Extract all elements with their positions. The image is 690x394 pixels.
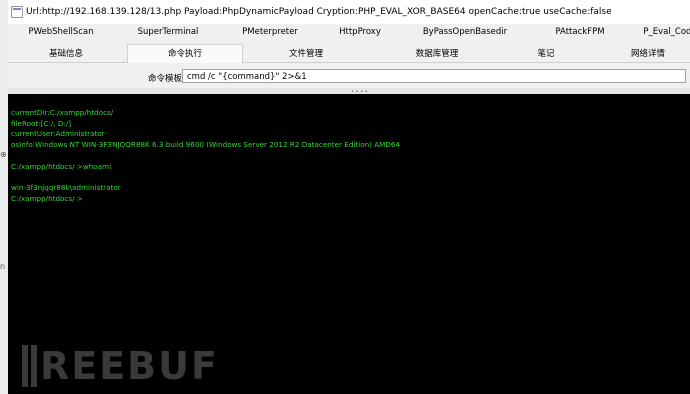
- tab-superterminal[interactable]: SuperTerminal: [138, 27, 199, 37]
- command-template-label: 命令模板: [148, 74, 183, 84]
- tab-notes[interactable]: 笔记: [537, 47, 554, 59]
- tab-network-details[interactable]: 网络详情: [631, 47, 665, 59]
- tab-pwebshellscan[interactable]: PWebShellScan: [28, 27, 93, 37]
- tab-bypassopenbasedir[interactable]: ByPassOpenBasedir: [423, 27, 507, 37]
- tab-httpproxy[interactable]: HttpProxy: [339, 27, 381, 37]
- plugin-tabs: PWebShellScan SuperTerminal PMeterpreter…: [8, 24, 690, 42]
- background-window-edge: ⊕ n: [0, 0, 8, 394]
- terminal-line: ​: [11, 151, 400, 162]
- godzilla-shell-window: Url:http://192.168.139.128/13.php Payloa…: [8, 0, 690, 394]
- terminal-line: fileRoot:[C:/, D:/]: [11, 118, 72, 128]
- terminal-line: currentDir:C:/xampp/htdocs/: [11, 107, 114, 117]
- tab-pmeterpreter[interactable]: PMeterpreter: [242, 27, 298, 37]
- app-icon: [11, 6, 23, 18]
- terminal-line: ​: [11, 173, 400, 184]
- tab-basic-info[interactable]: 基础信息: [49, 47, 83, 59]
- tab-command-exec[interactable]: 命令执行: [126, 44, 244, 63]
- terminal-line: osInfo:Windows NT WIN-3F3NJQQR88K 6.3 bu…: [11, 140, 401, 150]
- command-template-row: 命令模板 cmd /c "{command}" 2>&1: [8, 66, 690, 88]
- title-bar: Url:http://192.168.139.128/13.php Payloa…: [8, 0, 690, 24]
- terminal-line: currentUser:Administrator: [11, 129, 105, 139]
- tab-file-manager[interactable]: 文件管理: [289, 47, 323, 59]
- command-template-input[interactable]: cmd /c "{command}" 2>&1: [182, 69, 686, 83]
- watermark-text: REEBUF: [40, 344, 219, 388]
- terminal-line: C:/xampp/htdocs/ >: [11, 194, 83, 204]
- tab-database-manager[interactable]: 数据库管理: [416, 47, 459, 59]
- terminal-line: C:/xampp/htdocs/ >whoami: [11, 161, 112, 171]
- main-tabs: 基础信息 命令执行 文件管理 数据库管理 笔记 网络详情: [8, 44, 690, 63]
- window-title: Url:http://192.168.139.128/13.php Payloa…: [26, 7, 612, 17]
- watermark-logo-icon: [22, 345, 28, 387]
- tab-pattackfpm[interactable]: PAttackFPM: [555, 27, 604, 37]
- terminal-line: win-3f3njqqr88k\administrator: [11, 183, 121, 193]
- tab-p-eval-code[interactable]: P_Eval_Code: [643, 27, 690, 37]
